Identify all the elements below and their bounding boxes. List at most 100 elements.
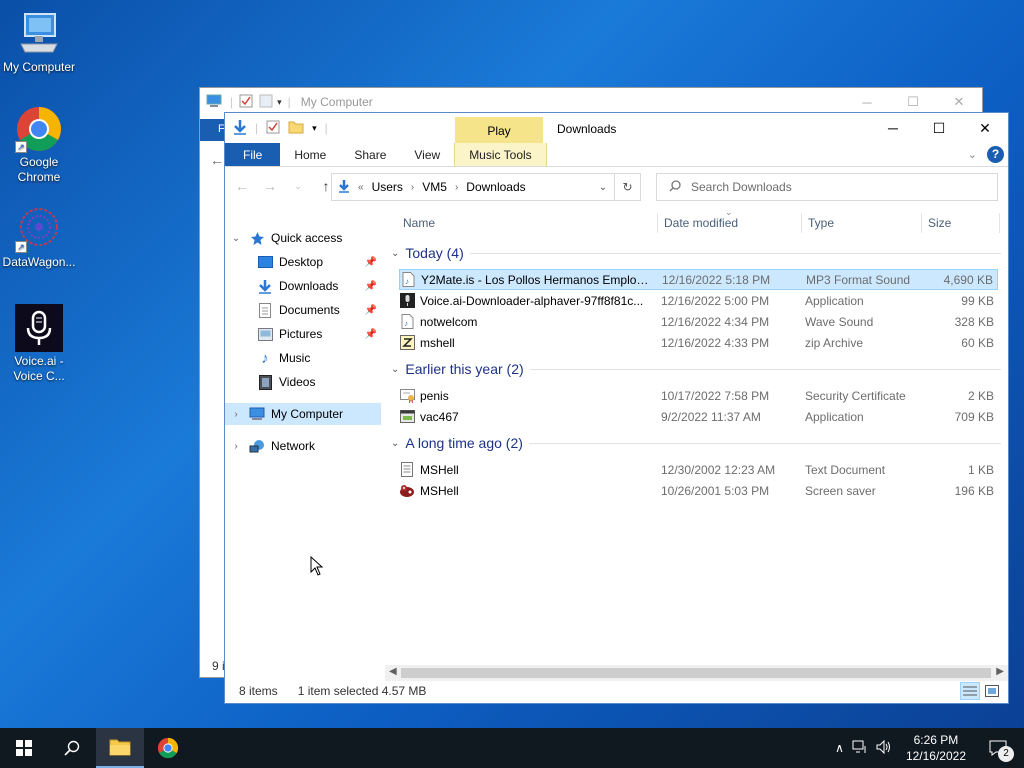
- close-button[interactable]: ✕: [962, 113, 1008, 143]
- address-bar[interactable]: « Users › VM5 › Downloads ⌄ ↻: [331, 173, 641, 201]
- chevron-down-icon[interactable]: ⌄: [592, 182, 614, 193]
- pin-icon[interactable]: 📌: [365, 329, 377, 340]
- nav-item-my-computer[interactable]: › My Computer: [225, 403, 381, 425]
- column-header-type[interactable]: Type: [808, 216, 834, 236]
- action-center-button[interactable]: 2: [980, 740, 1016, 762]
- details-view-icon[interactable]: [960, 682, 980, 700]
- chevron-right-icon[interactable]: ›: [411, 182, 414, 193]
- pin-icon[interactable]: 📌: [365, 257, 377, 268]
- certificate-icon: [399, 388, 415, 404]
- forward-button[interactable]: →: [261, 178, 279, 194]
- nav-item-pictures[interactable]: Pictures 📌: [225, 323, 381, 345]
- taskbar-file-explorer[interactable]: [96, 728, 144, 768]
- nav-quick-access[interactable]: ⌄ Quick access: [225, 227, 381, 249]
- context-tab-play[interactable]: Play: [455, 117, 543, 143]
- scroll-right-icon[interactable]: ▶: [996, 666, 1004, 677]
- show-hidden-icons-icon[interactable]: ∧: [835, 741, 844, 755]
- breadcrumb-downloads[interactable]: Downloads: [466, 180, 525, 194]
- shortcut-arrow-icon: ↗: [15, 241, 27, 253]
- column-header-date-modified[interactable]: Date modified: [664, 216, 738, 236]
- refresh-button[interactable]: ↻: [614, 174, 640, 200]
- chevron-down-icon[interactable]: ▾: [312, 123, 317, 134]
- tab-file[interactable]: F: [200, 119, 226, 141]
- videos-icon: [257, 374, 273, 390]
- chevron-right-icon[interactable]: ›: [455, 182, 458, 193]
- back-arrow-icon[interactable]: ←: [210, 152, 224, 168]
- file-row[interactable]: MSHell 12/30/2002 12:23 AM Text Document…: [399, 459, 998, 480]
- computer-icon: [206, 94, 222, 111]
- pin-icon[interactable]: 📌: [365, 305, 377, 316]
- svg-text:♪: ♪: [404, 319, 408, 328]
- breadcrumb-overflow[interactable]: «: [358, 182, 364, 193]
- file-row[interactable]: mshell 12/16/2022 4:33 PM zip Archive 60…: [399, 332, 998, 353]
- scroll-left-icon[interactable]: ◀: [389, 666, 397, 677]
- nav-item-desktop[interactable]: Desktop 📌: [225, 251, 381, 273]
- audio-icon: ♪: [400, 272, 416, 288]
- file-row[interactable]: ♪ notwelcom 12/16/2022 4:34 PM Wave Soun…: [399, 311, 998, 332]
- chevron-right-icon[interactable]: ›: [229, 441, 243, 452]
- chevron-down-icon[interactable]: ⌄: [391, 364, 399, 375]
- file-row[interactable]: penis 10/17/2022 7:58 PM Security Certif…: [399, 385, 998, 406]
- search-button[interactable]: [48, 728, 96, 768]
- nav-item-network[interactable]: › Network: [225, 435, 381, 457]
- large-icons-view-icon[interactable]: [982, 682, 1002, 700]
- file-row[interactable]: vac467 9/2/2022 11:37 AM Application 709…: [399, 406, 998, 427]
- desktop-icon-datawagon[interactable]: ↗ DataWagon...: [1, 205, 77, 270]
- properties-icon[interactable]: [239, 94, 253, 111]
- desktop-icon-my-computer[interactable]: My Computer: [1, 10, 77, 75]
- chevron-down-icon[interactable]: ⌄: [229, 233, 243, 244]
- file-row[interactable]: MSHell 10/26/2001 5:03 PM Screen saver 1…: [399, 480, 998, 501]
- nav-item-music[interactable]: ♪ Music: [225, 347, 381, 369]
- chevron-right-icon[interactable]: ›: [229, 409, 243, 420]
- breadcrumb-vm5[interactable]: VM5: [422, 180, 447, 194]
- taskbar-clock[interactable]: 6:26 PM 12/16/2022: [900, 732, 972, 764]
- chevron-down-icon[interactable]: ⌄: [391, 438, 399, 449]
- new-folder-icon[interactable]: [288, 120, 304, 137]
- chevron-down-icon[interactable]: ⌄: [391, 248, 399, 259]
- group-header-earlier-this-year[interactable]: ⌄ Earlier this year (2): [391, 361, 1001, 377]
- chrome-icon: [157, 737, 179, 759]
- sort-indicator-icon: ⌄: [725, 207, 733, 217]
- pin-icon[interactable]: 📌: [365, 281, 377, 292]
- scrollbar-thumb[interactable]: [401, 668, 991, 678]
- minimize-button[interactable]: ─: [870, 113, 916, 143]
- file-row[interactable]: Voice.ai-Downloader-alphaver-97ff8f81c..…: [399, 290, 998, 311]
- tab-view[interactable]: View: [400, 143, 454, 166]
- search-icon: [64, 740, 80, 756]
- nav-item-documents[interactable]: Documents 📌: [225, 299, 381, 321]
- column-header-name[interactable]: Name: [403, 216, 435, 236]
- explorer-window[interactable]: | ▾ | Play Downloads ─ ☐ ✕ File Home Sha…: [224, 112, 1009, 704]
- volume-icon[interactable]: [876, 739, 892, 757]
- tab-file[interactable]: File: [225, 143, 281, 166]
- screensaver-icon: [399, 483, 415, 499]
- desktop-icon-google-chrome[interactable]: ↗ Google Chrome: [1, 105, 77, 185]
- file-list: Name Date modified ⌄ Type Size ⌄ Today (…: [385, 207, 1008, 671]
- downloads-arrow-icon: [257, 278, 273, 294]
- star-icon: [249, 230, 265, 246]
- group-header-a-long-time-ago[interactable]: ⌄ A long time ago (2): [391, 435, 1001, 451]
- help-icon[interactable]: ?: [987, 146, 1004, 163]
- chevron-down-icon[interactable]: ▾: [277, 97, 282, 108]
- network-status-icon[interactable]: [852, 740, 868, 757]
- start-button[interactable]: [0, 728, 48, 768]
- breadcrumb-users[interactable]: Users: [372, 180, 403, 194]
- expand-ribbon-icon[interactable]: ⌄: [968, 148, 977, 161]
- search-input[interactable]: Search Downloads: [656, 173, 998, 201]
- new-folder-icon[interactable]: [259, 94, 273, 111]
- tab-music-tools[interactable]: Music Tools: [454, 143, 547, 166]
- column-header-size[interactable]: Size: [928, 216, 951, 236]
- tab-share[interactable]: Share: [340, 143, 400, 166]
- taskbar-chrome[interactable]: [144, 728, 192, 768]
- recent-locations-icon[interactable]: ⌄: [289, 181, 307, 192]
- group-header-today[interactable]: ⌄ Today (4): [391, 245, 1001, 261]
- file-row[interactable]: ♪ Y2Mate.is - Los Pollos Hermanos Employ…: [399, 269, 998, 290]
- properties-icon[interactable]: [266, 120, 280, 137]
- maximize-button[interactable]: ☐: [916, 113, 962, 143]
- audio-icon: ♪: [399, 314, 415, 330]
- desktop-icon-voiceai[interactable]: Voice.ai - Voice C...: [1, 304, 77, 384]
- nav-item-videos[interactable]: Videos: [225, 371, 381, 393]
- status-item-count: 9 i: [212, 659, 225, 673]
- back-button[interactable]: ←: [233, 178, 251, 194]
- nav-item-downloads[interactable]: Downloads 📌: [225, 275, 381, 297]
- tab-home[interactable]: Home: [280, 143, 340, 166]
